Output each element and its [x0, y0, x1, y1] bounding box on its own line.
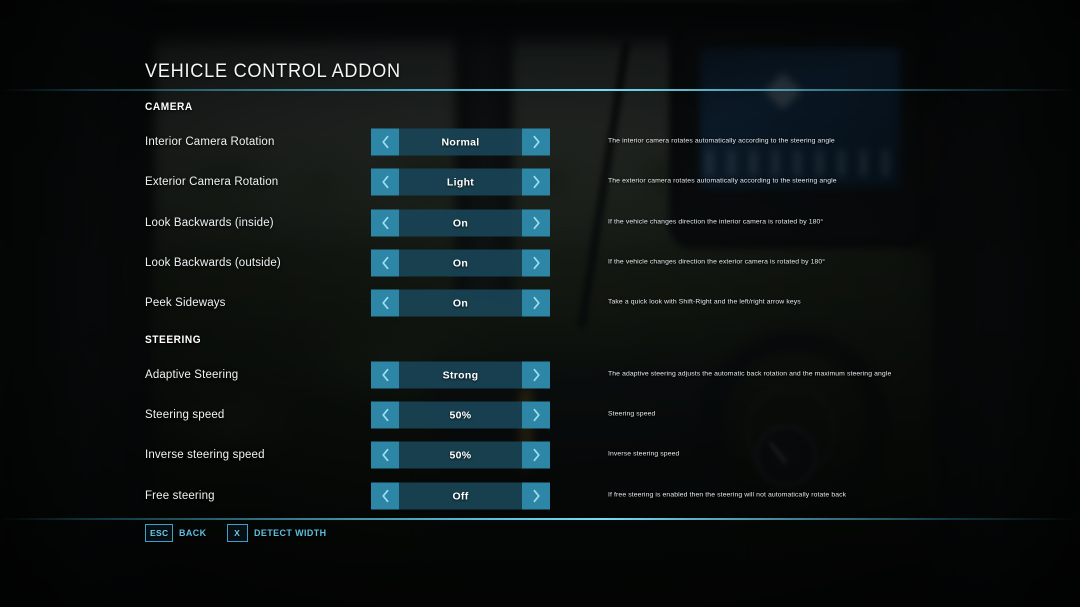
footer-divider	[0, 518, 1080, 520]
setting-description-steering-speed: Steering speed	[608, 410, 656, 418]
chevron-left-icon[interactable]	[371, 289, 399, 317]
chevron-right-icon[interactable]	[522, 209, 550, 237]
setting-value-interior-camera-rotation[interactable]: Normal	[399, 128, 522, 156]
setting-description-interior-camera-rotation: The interior camera rotates automaticall…	[608, 137, 835, 145]
setting-label-exterior-camera-rotation: Exterior Camera Rotation	[145, 176, 279, 188]
setting-label-inverse-steering-speed: Inverse steering speed	[145, 449, 265, 461]
setting-value-free-steering[interactable]: Off	[399, 482, 522, 510]
setting-value-look-backwards-outside[interactable]: On	[399, 249, 522, 277]
setting-row-peek-sideways: Peek Sideways On Take a quick look with Sh…	[0, 289, 1080, 317]
chevron-left-icon[interactable]	[371, 128, 399, 156]
setting-description-peek-sideways: Take a quick look with Shift-Right and t…	[608, 298, 801, 306]
setting-label-look-backwards-inside: Look Backwards (inside)	[145, 217, 274, 229]
setting-description-look-backwards-inside: If the vehicle changes direction the int…	[608, 218, 824, 226]
setting-selector-look-backwards-inside[interactable]: On	[371, 209, 550, 237]
chevron-right-icon[interactable]	[522, 168, 550, 196]
setting-description-free-steering: If free steering is enabled then the ste…	[608, 491, 847, 499]
key-esc[interactable]: ESC	[145, 524, 174, 542]
setting-value-steering-speed[interactable]: 50%	[399, 401, 522, 429]
chevron-left-icon[interactable]	[371, 209, 399, 237]
setting-row-look-backwards-outside: Look Backwards (outside) On If the vehicle…	[0, 249, 1080, 277]
setting-row-look-backwards-inside: Look Backwards (inside) On If the vehicle …	[0, 209, 1080, 237]
chevron-left-icon[interactable]	[371, 482, 399, 510]
setting-row-interior-camera-rotation: Interior Camera Rotation Normal The interi…	[0, 128, 1080, 156]
chevron-right-icon[interactable]	[522, 361, 550, 389]
footer-hints: ESC BACK X DETECT WIDTH	[145, 524, 342, 542]
setting-value-peek-sideways[interactable]: On	[399, 289, 522, 317]
setting-label-adaptive-steering: Adaptive Steering	[145, 369, 239, 381]
hint-label-detect-width: DETECT WIDTH	[253, 527, 327, 539]
setting-label-look-backwards-outside: Look Backwards (outside)	[145, 257, 281, 269]
setting-selector-peek-sideways[interactable]: On	[371, 289, 550, 317]
setting-description-inverse-steering-speed: Inverse steering speed	[608, 450, 680, 458]
hint-back[interactable]: ESC BACK	[145, 524, 209, 542]
setting-selector-free-steering[interactable]: Off	[371, 482, 550, 510]
chevron-right-icon[interactable]	[522, 441, 550, 469]
setting-selector-look-backwards-outside[interactable]: On	[371, 249, 550, 277]
setting-label-interior-camera-rotation: Interior Camera Rotation	[145, 136, 275, 148]
setting-selector-inverse-steering-speed[interactable]: 50%	[371, 441, 550, 469]
setting-row-adaptive-steering: Adaptive Steering Strong The adaptive stee…	[0, 361, 1080, 389]
setting-selector-steering-speed[interactable]: 50%	[371, 401, 550, 429]
page-title: VEHICLE CONTROL ADDON	[145, 60, 401, 82]
setting-value-look-backwards-inside[interactable]: On	[399, 209, 522, 237]
setting-selector-adaptive-steering[interactable]: Strong	[371, 361, 550, 389]
setting-row-free-steering: Free steering Off If free steering is enab…	[0, 482, 1080, 510]
setting-label-peek-sideways: Peek Sideways	[145, 297, 226, 309]
section-heading-steering: STEERING	[145, 334, 202, 346]
setting-description-look-backwards-outside: If the vehicle changes direction the ext…	[608, 258, 826, 266]
hint-detect-width[interactable]: X DETECT WIDTH	[226, 524, 331, 542]
chevron-left-icon[interactable]	[371, 361, 399, 389]
chevron-left-icon[interactable]	[371, 168, 399, 196]
setting-label-steering-speed: Steering speed	[145, 409, 225, 421]
setting-description-adaptive-steering: The adaptive steering adjusts the automa…	[608, 370, 892, 378]
chevron-left-icon[interactable]	[371, 249, 399, 277]
section-heading-camera: CAMERA	[145, 101, 193, 113]
header-divider	[0, 89, 1080, 91]
setting-row-exterior-camera-rotation: Exterior Camera Rotation Light The exterio…	[0, 168, 1080, 196]
setting-label-free-steering: Free steering	[145, 490, 215, 502]
setting-selector-interior-camera-rotation[interactable]: Normal	[371, 128, 550, 156]
key-x[interactable]: X	[226, 524, 248, 542]
setting-value-inverse-steering-speed[interactable]: 50%	[399, 441, 522, 469]
setting-value-adaptive-steering[interactable]: Strong	[399, 361, 522, 389]
chevron-right-icon[interactable]	[522, 401, 550, 429]
chevron-right-icon[interactable]	[522, 249, 550, 277]
chevron-right-icon[interactable]	[522, 128, 550, 156]
chevron-left-icon[interactable]	[371, 441, 399, 469]
setting-description-exterior-camera-rotation: The exterior camera rotates automaticall…	[608, 177, 837, 185]
chevron-left-icon[interactable]	[371, 401, 399, 429]
chevron-right-icon[interactable]	[522, 482, 550, 510]
settings-overlay: VEHICLE CONTROL ADDON CAMERA Interior Cam…	[0, 0, 1080, 607]
setting-row-steering-speed: Steering speed 50% Steering speed	[0, 401, 1080, 429]
chevron-right-icon[interactable]	[522, 289, 550, 317]
setting-selector-exterior-camera-rotation[interactable]: Light	[371, 168, 550, 196]
setting-value-exterior-camera-rotation[interactable]: Light	[399, 168, 522, 196]
hint-label-back: BACK	[179, 527, 207, 539]
setting-row-inverse-steering-speed: Inverse steering speed 50% Inverse steerin…	[0, 441, 1080, 469]
